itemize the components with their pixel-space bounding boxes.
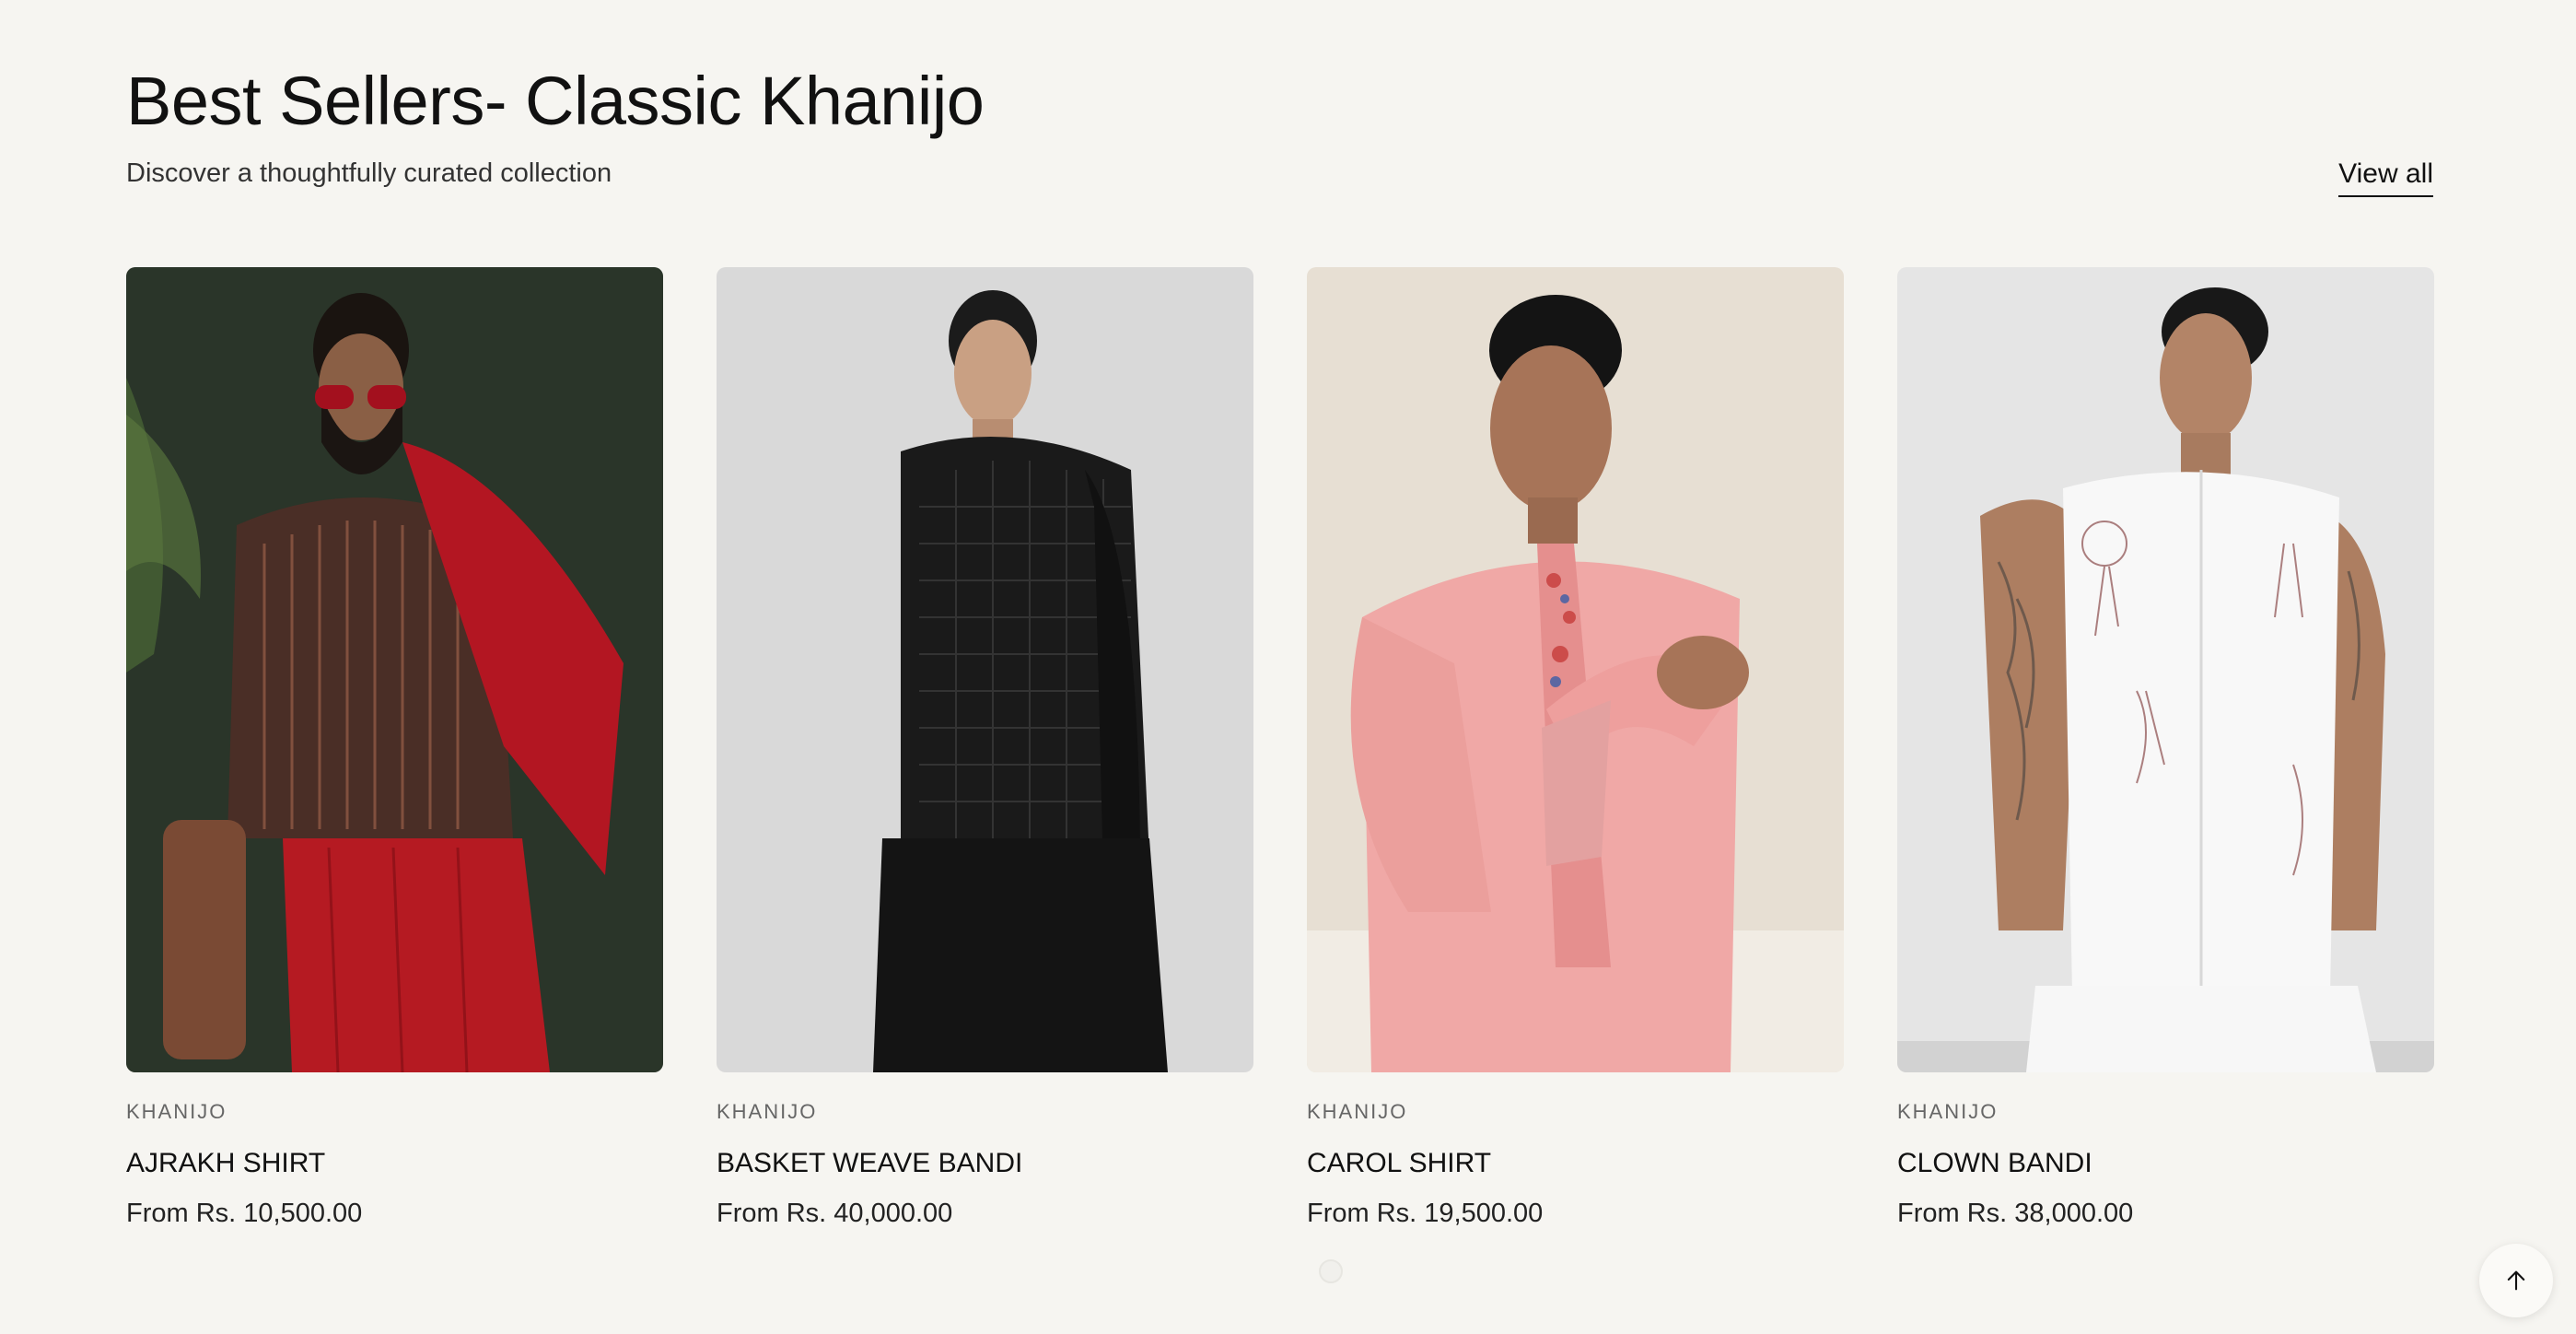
product-photo: [126, 267, 663, 1072]
view-all-link[interactable]: View all: [2338, 157, 2433, 197]
product-price: From Rs. 19,500.00: [1307, 1199, 1544, 1228]
product-vendor: KHANIJO: [1307, 1100, 1408, 1123]
product-name[interactable]: CAROL SHIRT: [1307, 1146, 1844, 1181]
arrow-up-icon: [2507, 1270, 2525, 1291]
product-image[interactable]: [1307, 267, 1844, 1072]
product-vendor: KHANIJO: [717, 1100, 818, 1123]
product-photo: [1897, 267, 2434, 1072]
product-vendor: KHANIJO: [1897, 1100, 1999, 1123]
product-card-basket-weave-bandi[interactable]: KHANIJO BASKET WEAVE BANDI From Rs. 40,0…: [717, 267, 1253, 1231]
product-price: From Rs. 38,000.00: [1897, 1199, 2134, 1228]
product-name[interactable]: AJRAKH SHIRT: [126, 1146, 663, 1181]
product-image[interactable]: [126, 267, 663, 1072]
section-header: Best Sellers- Classic Khanijo Discover a…: [126, 57, 2433, 197]
product-card-carol-shirt[interactable]: KHANIJO CAROL SHIRT From Rs. 19,500.00: [1307, 267, 1844, 1231]
product-image[interactable]: [717, 267, 1253, 1072]
product-image[interactable]: [1897, 267, 2434, 1072]
back-to-top-button[interactable]: [2479, 1244, 2553, 1317]
product-name[interactable]: BASKET WEAVE BANDI: [717, 1146, 1253, 1181]
product-price: From Rs. 40,000.00: [717, 1199, 953, 1228]
section-title: Best Sellers- Classic Khanijo: [126, 63, 985, 139]
product-grid: KHANIJO AJRAKH SHIRT From Rs. 10,500.00: [126, 267, 2434, 1231]
product-price: From Rs. 10,500.00: [126, 1199, 363, 1228]
product-photo: [717, 267, 1253, 1072]
product-card-clown-bandi[interactable]: KHANIJO CLOWN BANDI From Rs. 38,000.00: [1897, 267, 2434, 1231]
product-photo: [1307, 267, 1844, 1072]
product-vendor: KHANIJO: [126, 1100, 227, 1123]
product-card-ajrakh-shirt[interactable]: KHANIJO AJRAKH SHIRT From Rs. 10,500.00: [126, 267, 663, 1231]
product-name[interactable]: CLOWN BANDI: [1897, 1146, 2434, 1181]
scroll-indicator-dot: [1319, 1259, 1343, 1283]
section-subtitle: Discover a thoughtfully curated collecti…: [126, 158, 612, 188]
